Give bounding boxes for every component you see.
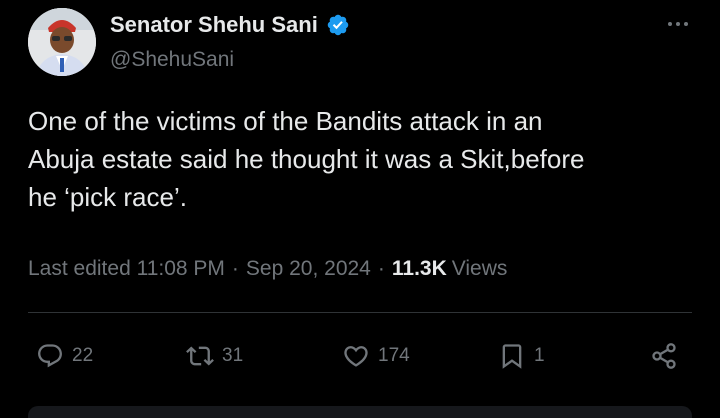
like-count: 174 — [378, 345, 410, 366]
bookmark-button[interactable]: 1 — [498, 336, 545, 376]
author-handle[interactable]: @ShehuSani — [110, 48, 234, 72]
reply-button[interactable]: 22 — [36, 336, 93, 376]
bookmark-icon — [502, 344, 522, 369]
meta-separator: · — [231, 257, 239, 280]
author-display-name[interactable]: Senator Shehu Sani — [110, 12, 318, 38]
divider — [28, 312, 692, 313]
edited-label[interactable]: Last edited — [28, 255, 131, 283]
more-icon — [668, 22, 672, 26]
verified-badge-icon — [327, 14, 349, 36]
tweet-date[interactable]: Sep 20, 2024 — [246, 255, 371, 283]
like-icon — [344, 346, 368, 367]
share-button[interactable] — [650, 336, 678, 376]
reply-count: 22 — [72, 345, 94, 366]
tweet-time[interactable]: 11:08 PM — [137, 255, 225, 283]
views-count[interactable]: 11.3K — [392, 255, 447, 283]
reply-composer-edge — [28, 406, 692, 418]
more-options-button[interactable] — [664, 14, 692, 34]
tweet-text: One of the victims of the Bandits attack… — [28, 106, 585, 212]
like-button[interactable]: 174 — [342, 336, 410, 376]
share-icon — [652, 343, 676, 369]
tweet-meta: Last edited 11:08 PM · Sep 20, 2024 · 11… — [28, 255, 507, 283]
avatar-image — [28, 8, 96, 76]
bookmark-count: 1 — [534, 345, 545, 366]
tweet-actions: 22 31 174 1 — [36, 336, 690, 376]
views-label[interactable]: Views — [452, 255, 508, 283]
repost-count: 31 — [222, 345, 244, 366]
meta-separator: · — [377, 257, 385, 280]
reply-icon — [38, 344, 62, 368]
repost-icon — [186, 346, 214, 366]
avatar[interactable] — [28, 8, 96, 76]
repost-button[interactable]: 31 — [186, 336, 243, 376]
